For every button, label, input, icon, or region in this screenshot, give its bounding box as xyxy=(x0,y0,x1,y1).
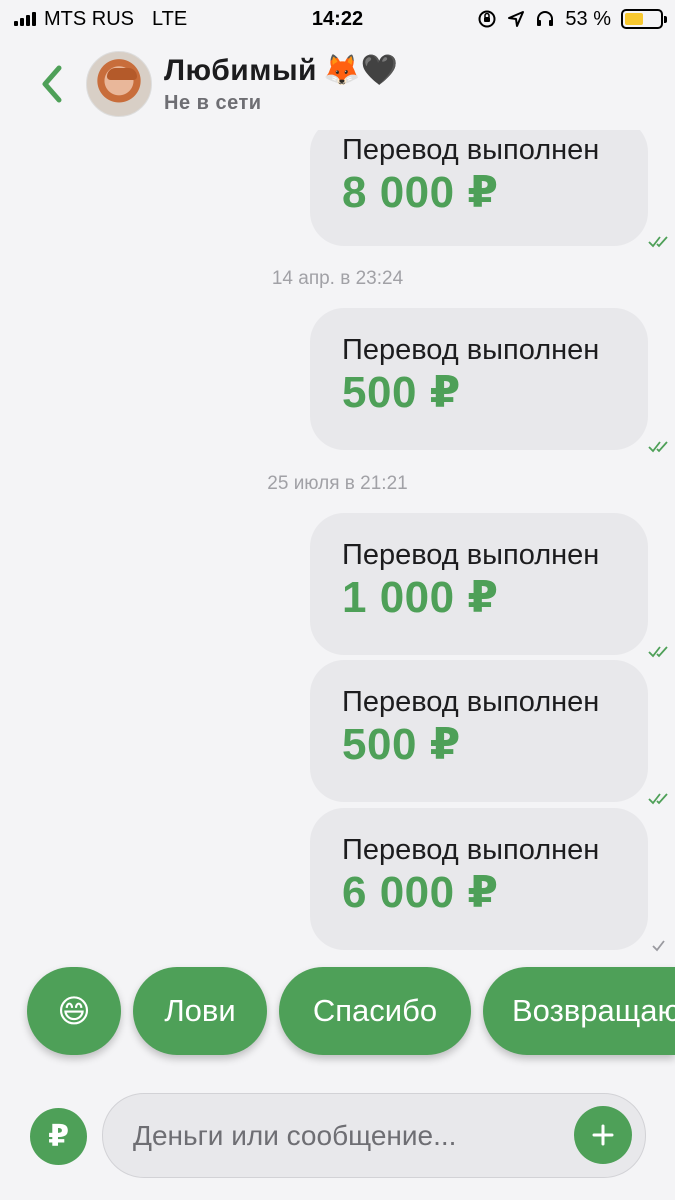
chat-header: Любимый 🦊🖤 Не в сети xyxy=(0,38,675,130)
grinning-face-icon: 😄 xyxy=(57,993,91,1029)
message-amount: 500 ₽ xyxy=(342,368,461,417)
quick-reply-label: Спасибо xyxy=(312,993,438,1028)
network-label: LTE xyxy=(152,7,188,30)
status-left: MTS RUS LTE xyxy=(14,8,187,31)
battery-percent: 53 % xyxy=(565,7,611,30)
status-bar: MTS RUS LTE 14:22 53 % xyxy=(0,0,675,38)
plus-icon xyxy=(592,1124,614,1146)
carrier-label: MTS RUS xyxy=(44,7,134,30)
quick-reply-label: Лови xyxy=(164,993,236,1028)
orientation-lock-icon xyxy=(478,10,496,28)
signal-icon xyxy=(14,12,36,26)
date-separator: 25 июля в 21:21 xyxy=(267,473,408,494)
quick-reply-chip[interactable]: Спасибо xyxy=(279,967,471,1055)
message-amount: 6 000 ₽ xyxy=(342,868,499,917)
message-input-wrap xyxy=(102,1093,646,1178)
message-amount: 500 ₽ xyxy=(342,720,461,769)
message-amount: 1 000 ₽ xyxy=(342,573,499,622)
message-title: Перевод выполнен xyxy=(342,134,600,166)
message-title: Перевод выполнен xyxy=(342,834,600,866)
double-check-icon xyxy=(648,441,668,453)
message-bubble[interactable]: Перевод выполнен 1 000 ₽ xyxy=(310,513,648,655)
message-input[interactable] xyxy=(133,1094,563,1177)
message-amount: 8 000 ₽ xyxy=(342,168,499,217)
headphones-icon xyxy=(537,11,554,26)
avatar[interactable] xyxy=(86,51,152,117)
message-title: Перевод выполнен xyxy=(342,539,600,571)
battery-icon xyxy=(621,9,667,29)
double-check-icon xyxy=(648,793,668,805)
chevron-left-icon xyxy=(42,65,62,103)
message-bubble[interactable]: Перевод выполнен 500 ₽ xyxy=(310,660,648,802)
location-icon xyxy=(508,11,525,27)
message-bubble[interactable]: Перевод выполнен 8 000 ₽ xyxy=(310,118,648,246)
quick-reply-chip[interactable]: Лови xyxy=(133,967,267,1055)
status-right: 53 % xyxy=(477,7,667,31)
back-button[interactable] xyxy=(22,54,82,114)
double-check-icon xyxy=(648,646,668,658)
battery-fill xyxy=(625,13,644,25)
double-check-icon xyxy=(648,236,668,248)
message-bubble[interactable]: Перевод выполнен 6 000 ₽ xyxy=(310,808,648,950)
contact-info[interactable]: Любимый 🦊🖤 Не в сети xyxy=(164,53,399,115)
contact-name-emojis: 🦊🖤 xyxy=(323,54,399,87)
date-separator: 14 апр. в 23:24 xyxy=(271,268,404,289)
quick-reply-emoji[interactable]: 😄 xyxy=(27,967,121,1055)
quick-reply-label: Возвращаю xyxy=(512,993,675,1028)
ruble-button[interactable]: ₽ xyxy=(30,1108,87,1165)
contact-name: Любимый 🦊🖤 xyxy=(164,53,399,88)
contact-status: Не в сети xyxy=(164,92,262,114)
single-check-icon xyxy=(652,940,665,952)
message-title: Перевод выполнен xyxy=(342,334,600,366)
ruble-icon: ₽ xyxy=(48,1120,69,1153)
message-bubble[interactable]: Перевод выполнен 500 ₽ xyxy=(310,308,648,450)
add-button[interactable] xyxy=(574,1106,632,1164)
message-title: Перевод выполнен xyxy=(342,686,600,718)
contact-name-text: Любимый xyxy=(164,53,318,87)
quick-reply-chip[interactable]: Возвращаю xyxy=(483,967,675,1055)
